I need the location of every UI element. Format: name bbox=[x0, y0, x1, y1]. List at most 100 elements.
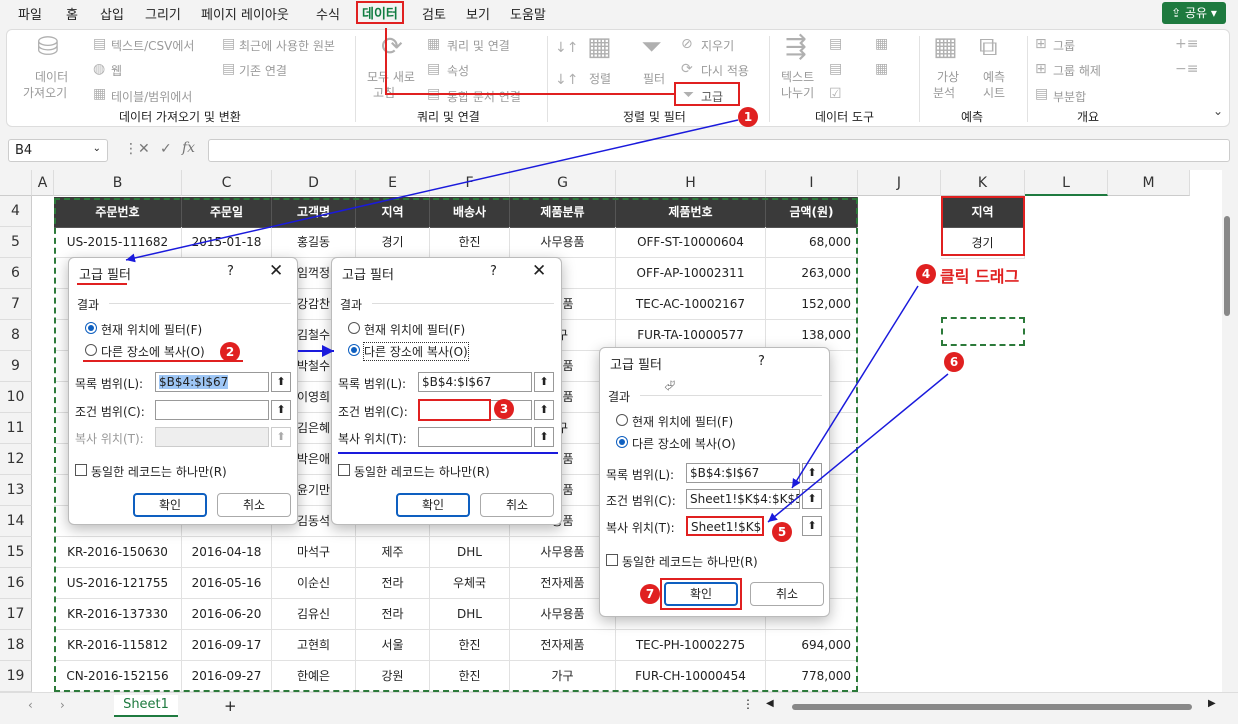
column-header-G[interactable]: G bbox=[510, 170, 616, 196]
list-range-picker[interactable]: ⬆ bbox=[271, 372, 291, 392]
scroll-left-icon[interactable]: ◀ bbox=[766, 698, 774, 709]
copy-to-picker[interactable]: ⬆ bbox=[802, 516, 822, 536]
criteria-range-picker[interactable]: ⬆ bbox=[534, 400, 554, 420]
ok-button[interactable]: 확인 bbox=[133, 493, 207, 517]
menu-help[interactable]: 도움말 bbox=[510, 4, 546, 23]
advanced-filter-button[interactable]: 고급 bbox=[701, 88, 723, 105]
table-cell[interactable]: 마석구 bbox=[272, 537, 356, 568]
text-to-columns-button[interactable]: 텍스트 bbox=[781, 68, 814, 85]
menu-draw[interactable]: 그리기 bbox=[145, 4, 181, 23]
column-header-F[interactable]: F bbox=[430, 170, 510, 196]
filter-inplace-radio[interactable] bbox=[616, 414, 628, 426]
table-cell[interactable]: 2016-09-17 bbox=[182, 630, 272, 661]
hide-detail-icon[interactable]: −≡ bbox=[1175, 61, 1198, 77]
table-cell[interactable]: 263,000 bbox=[766, 258, 858, 289]
menu-review[interactable]: 검토 bbox=[422, 4, 446, 23]
prev-sheet-icon[interactable]: ‹ bbox=[28, 698, 33, 712]
unique-records-checkbox[interactable] bbox=[338, 464, 350, 476]
column-header-B[interactable]: B bbox=[54, 170, 182, 196]
ok-button[interactable]: 확인 bbox=[396, 493, 470, 517]
text-to-columns-line2[interactable]: 나누기 bbox=[781, 84, 814, 101]
show-detail-icon[interactable]: +≡ bbox=[1175, 36, 1198, 52]
consolidate-icon[interactable]: ▦ bbox=[875, 36, 888, 52]
table-cell[interactable]: US-2015-111682 bbox=[54, 227, 182, 258]
data-validation-icon[interactable]: ☑ bbox=[829, 86, 842, 102]
table-cell[interactable]: 한진 bbox=[430, 227, 510, 258]
forecast-sheet-line2[interactable]: 시트 bbox=[983, 84, 1005, 101]
table-cell[interactable]: FUR-CH-10000454 bbox=[616, 661, 766, 692]
table-cell[interactable]: 홍길동 bbox=[272, 227, 356, 258]
row-header-18[interactable]: 18 bbox=[0, 630, 32, 661]
remove-duplicates-icon[interactable]: ▤ bbox=[829, 61, 842, 77]
list-range-input[interactable]: $B$4:$I$67 bbox=[418, 372, 532, 392]
table-cell[interactable]: DHL bbox=[430, 599, 510, 630]
reapply-button[interactable]: 다시 적용 bbox=[701, 62, 749, 79]
properties-button[interactable]: 속성 bbox=[447, 62, 469, 79]
subtotal-button[interactable]: 부분합 bbox=[1053, 88, 1086, 105]
refresh-all-button[interactable]: 모두 새로 bbox=[367, 68, 415, 85]
table-cell[interactable]: 68,000 bbox=[766, 227, 858, 258]
column-header-E[interactable]: E bbox=[356, 170, 430, 196]
table-cell[interactable]: OFF-ST-10000604 bbox=[616, 227, 766, 258]
criteria-header-cell[interactable]: 지역 bbox=[941, 197, 1025, 228]
share-button[interactable]: ⇪ 공유 ▾ bbox=[1162, 2, 1226, 24]
row-header-5[interactable]: 5 bbox=[0, 227, 32, 258]
table-cell[interactable]: 2016-06-20 bbox=[182, 599, 272, 630]
copy-to-picker[interactable]: ⬆ bbox=[271, 427, 291, 447]
sort-button[interactable]: 정렬 bbox=[589, 70, 611, 87]
collapse-ribbon-icon[interactable]: ⌄ bbox=[1213, 104, 1223, 118]
filter-inplace-radio[interactable] bbox=[85, 322, 97, 334]
table-header-cell[interactable]: 금액(원) bbox=[766, 197, 858, 228]
fx-icon[interactable]: fx bbox=[182, 140, 195, 156]
table-cell[interactable]: 152,000 bbox=[766, 289, 858, 320]
table-cell[interactable]: 김유신 bbox=[272, 599, 356, 630]
table-header-cell[interactable]: 주문일 bbox=[182, 197, 272, 228]
menu-formulas[interactable]: 수식 bbox=[316, 4, 340, 23]
column-header-C[interactable]: C bbox=[182, 170, 272, 196]
table-cell[interactable]: 가구 bbox=[510, 661, 616, 692]
column-header-D[interactable]: D bbox=[272, 170, 356, 196]
column-header-K[interactable]: K bbox=[941, 170, 1025, 196]
criteria-range-input[interactable] bbox=[418, 400, 532, 420]
flash-fill-icon[interactable]: ▤ bbox=[829, 36, 842, 52]
table-cell[interactable]: 제주 bbox=[356, 537, 430, 568]
menu-view[interactable]: 보기 bbox=[466, 4, 490, 23]
table-cell[interactable]: TEC-PH-10002275 bbox=[616, 630, 766, 661]
row-header-8[interactable]: 8 bbox=[0, 320, 32, 351]
what-if-button[interactable]: 가상 bbox=[937, 68, 959, 85]
menu-home[interactable]: 홈 bbox=[66, 4, 78, 23]
table-cell[interactable]: 전라 bbox=[356, 568, 430, 599]
table-cell[interactable]: 전자제품 bbox=[510, 630, 616, 661]
menu-insert[interactable]: 삽입 bbox=[100, 4, 124, 23]
row-header-19[interactable]: 19 bbox=[0, 661, 32, 692]
table-cell[interactable]: DHL bbox=[430, 537, 510, 568]
cancel-button[interactable]: 취소 bbox=[217, 493, 291, 517]
row-header-6[interactable]: 6 bbox=[0, 258, 32, 289]
row-header-4[interactable]: 4 bbox=[0, 196, 32, 227]
unique-records-checkbox[interactable] bbox=[75, 464, 87, 476]
copy-elsewhere-radio[interactable] bbox=[616, 436, 628, 448]
table-cell[interactable]: 전라 bbox=[356, 599, 430, 630]
column-header-I[interactable]: I bbox=[766, 170, 858, 196]
copy-to-input[interactable] bbox=[418, 427, 532, 447]
more-options-icon[interactable]: ⋮ bbox=[742, 697, 754, 711]
cancel-icon[interactable]: ✕ bbox=[138, 141, 150, 157]
table-cell[interactable]: 강원 bbox=[356, 661, 430, 692]
table-cell[interactable]: 778,000 bbox=[766, 661, 858, 692]
ungroup-button[interactable]: 그룹 해제 bbox=[1053, 62, 1101, 79]
row-header-12[interactable]: 12 bbox=[0, 444, 32, 475]
what-if-line2[interactable]: 분석 bbox=[933, 84, 955, 101]
list-range-input[interactable]: $B$4:$I$67 bbox=[155, 372, 269, 392]
table-cell[interactable]: 이순신 bbox=[272, 568, 356, 599]
cancel-button[interactable]: 취소 bbox=[480, 493, 554, 517]
table-cell[interactable]: KR-2016-150630 bbox=[54, 537, 182, 568]
refresh-all-line2[interactable]: 고침 bbox=[373, 84, 395, 101]
add-sheet-button[interactable]: + bbox=[224, 697, 237, 715]
get-data-button-line2[interactable]: 가져오기 bbox=[23, 84, 67, 101]
table-cell[interactable]: 사무용품 bbox=[510, 227, 616, 258]
criteria-value-cell[interactable]: 경기 bbox=[941, 228, 1025, 259]
row-header-16[interactable]: 16 bbox=[0, 568, 32, 599]
horizontal-scroll-thumb[interactable] bbox=[792, 704, 1192, 710]
clear-button[interactable]: 지우기 bbox=[701, 37, 734, 54]
table-cell[interactable]: US-2016-121755 bbox=[54, 568, 182, 599]
